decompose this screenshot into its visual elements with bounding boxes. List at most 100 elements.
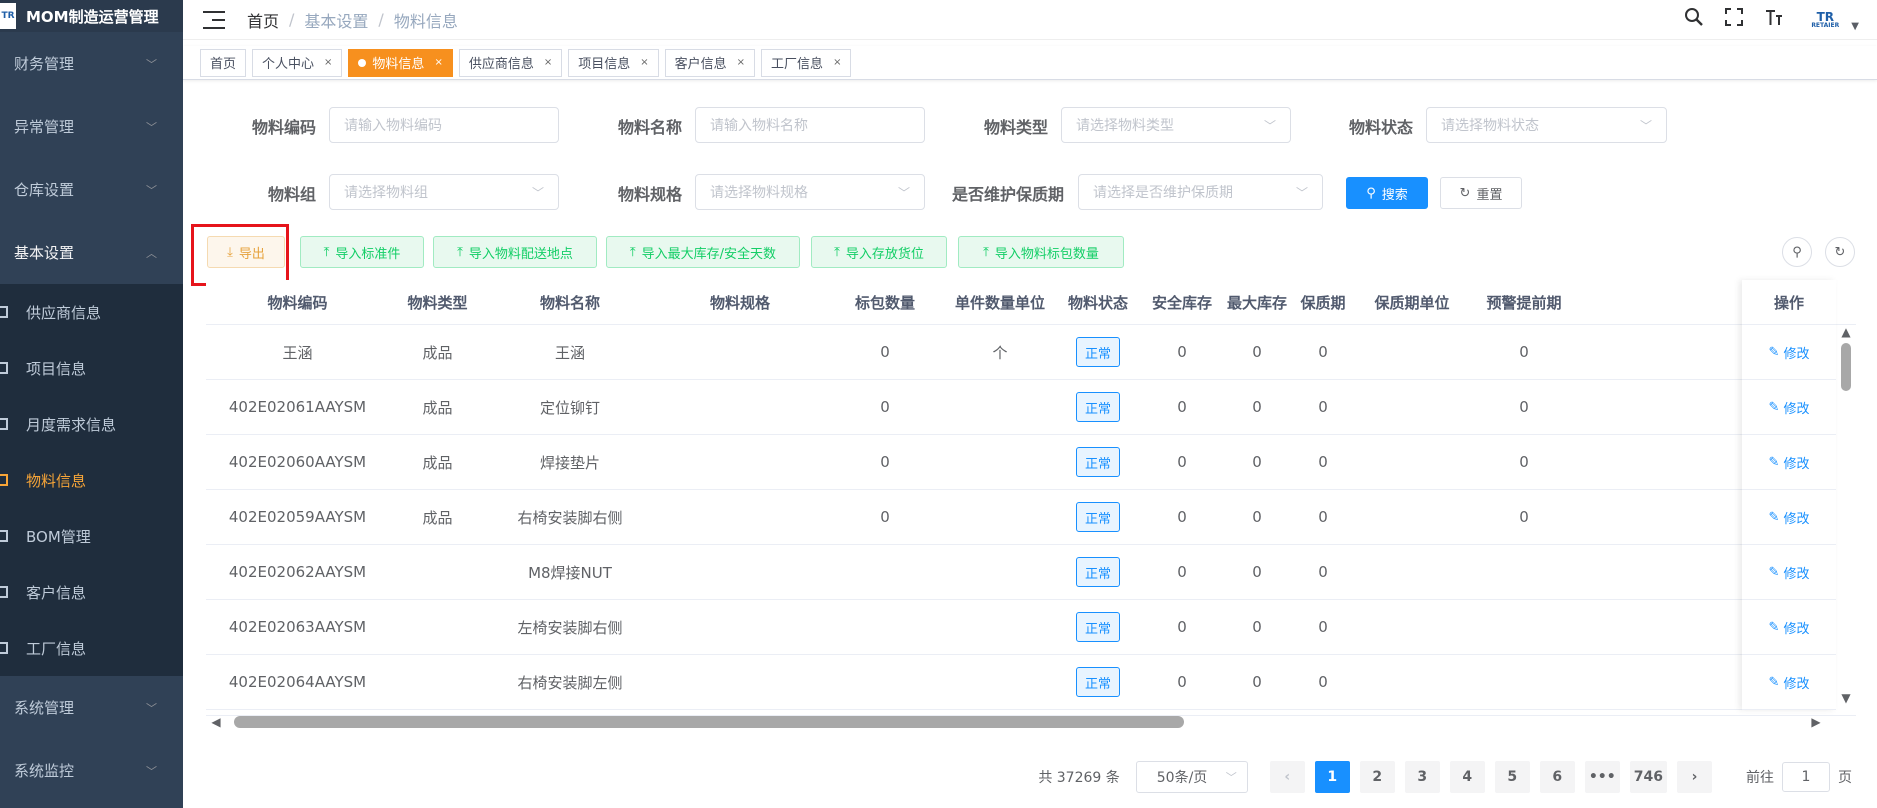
arrow-down-icon[interactable]: ▼ xyxy=(1836,691,1856,705)
sidebar-item[interactable]: BOM管理 xyxy=(0,508,183,564)
table-row[interactable]: 402E02060AAYSM 成品 焊接垫片 0 正常 0 0 0 0 xyxy=(206,435,1836,490)
import-std-button[interactable]: ⤒ 导入标准件 xyxy=(300,236,424,268)
table-row[interactable]: 402E02059AAYSM 成品 右椅安装脚右侧 0 正常 0 0 0 0 xyxy=(206,490,1836,545)
tag-item[interactable]: 客户信息 × xyxy=(664,48,756,77)
edit-button[interactable]: ✎ 修改 xyxy=(1769,618,1810,637)
import-max-stock-button[interactable]: ⤒ 导入最大库存/安全天数 xyxy=(606,236,800,268)
column-header[interactable]: 标包数量 xyxy=(826,280,944,324)
page-button[interactable]: 3 xyxy=(1404,761,1440,793)
fullscreen-icon[interactable] xyxy=(1723,7,1745,32)
menu-group-basic-settings[interactable]: 基本设置 ︿ xyxy=(0,221,183,284)
import-location-button[interactable]: ⤒ 导入存放货位 xyxy=(811,236,947,268)
material-spec-select[interactable]: 请选择物料规格 ﹀ xyxy=(695,174,925,210)
material-type-select[interactable]: 请选择物料类型 ﹀ xyxy=(1061,107,1291,143)
table-row[interactable]: 王涵 成品 王涵 0 个 正常 0 0 0 0 xyxy=(206,325,1836,380)
page-size-select[interactable]: 50条/页 ﹀ xyxy=(1135,761,1248,793)
search-toggle-icon[interactable]: ⚲ xyxy=(1782,237,1812,267)
menu-group[interactable]: 仓库设置 ﹀ xyxy=(0,158,183,221)
refresh-icon[interactable]: ↻ xyxy=(1825,237,1855,267)
breadcrumb-parent[interactable]: 基本设置 xyxy=(304,8,368,32)
column-header[interactable]: 单件数量单位 xyxy=(944,280,1056,324)
tag-item[interactable]: 工厂信息 × xyxy=(761,48,852,77)
close-icon[interactable]: × xyxy=(640,57,648,68)
menu-group[interactable]: 财务管理 ﹀ xyxy=(0,32,183,95)
font-size-icon[interactable] xyxy=(1763,7,1785,32)
edit-button[interactable]: ✎ 修改 xyxy=(1769,508,1810,527)
column-header[interactable]: 安全库存 xyxy=(1140,280,1224,324)
column-header[interactable]: 物料规格 xyxy=(654,280,826,324)
close-icon[interactable]: × xyxy=(544,57,552,68)
chevron-down-icon: ﹀ xyxy=(146,183,157,197)
sidebar-item[interactable]: 工厂信息 xyxy=(0,620,183,676)
horizontal-scrollbar[interactable]: ◀ ▶ xyxy=(206,713,1826,731)
edit-button[interactable]: ✎ 修改 xyxy=(1769,343,1810,362)
breadcrumb-home[interactable]: 首页 xyxy=(247,8,279,32)
scroll-thumb[interactable] xyxy=(1841,343,1851,391)
table-row[interactable]: 402E02061AAYSM 成品 定位铆钉 0 正常 0 0 0 0 xyxy=(206,380,1836,435)
pagination: 共 37269 条 50条/页 ﹀ ‹ 1 2 3 4 5 6 ••• 746 › 前往 1 … xyxy=(1038,761,1852,793)
page-button[interactable]: ••• xyxy=(1584,761,1620,793)
close-icon[interactable]: × xyxy=(737,57,745,68)
edit-button[interactable]: ✎ 修改 xyxy=(1769,398,1810,417)
scroll-thumb[interactable] xyxy=(234,716,1184,728)
edit-button[interactable]: ✎ 修改 xyxy=(1769,453,1810,472)
material-code-input[interactable]: 请输入物料编码 xyxy=(329,107,559,143)
column-header[interactable]: 保质期 xyxy=(1290,280,1356,324)
caret-down-icon[interactable]: ▼ xyxy=(1851,21,1859,32)
vertical-scrollbar[interactable]: ▲ ▼ xyxy=(1836,325,1856,710)
close-icon[interactable]: × xyxy=(833,57,841,68)
tag-item[interactable]: 项目信息 × xyxy=(568,48,659,77)
edit-button[interactable]: ✎ 修改 xyxy=(1769,673,1810,692)
menu-group[interactable]: 系统管理 ﹀ xyxy=(0,676,183,739)
reset-button[interactable]: ↻ 重置 xyxy=(1440,177,1522,209)
menu-group[interactable]: 异常管理 ﹀ xyxy=(0,95,183,158)
brand[interactable]: TR MOM制造运营管理 xyxy=(0,0,183,32)
column-header[interactable]: 物料类型 xyxy=(389,280,486,324)
arrow-right-icon[interactable]: ▶ xyxy=(1806,715,1826,729)
page-button[interactable]: 746 xyxy=(1629,761,1667,793)
material-status-select[interactable]: 请选择物料状态 ﹀ xyxy=(1426,107,1667,143)
tag-item[interactable]: 个人中心 × xyxy=(252,48,343,77)
sidebar-item[interactable]: 客户信息 xyxy=(0,564,183,620)
sidebar-item[interactable]: 项目信息 xyxy=(0,340,183,396)
arrow-left-icon[interactable]: ◀ xyxy=(206,715,226,729)
material-name-input[interactable]: 请输入物料名称 xyxy=(695,107,925,143)
search-icon[interactable] xyxy=(1683,7,1705,32)
sidebar-item[interactable]: 月度需求信息 xyxy=(0,396,183,452)
column-header[interactable]: 物料编码 xyxy=(206,280,389,324)
menu-group[interactable]: 系统监控 ﹀ xyxy=(0,739,183,802)
prev-page-button[interactable]: ‹ xyxy=(1269,761,1305,793)
import-pack-qty-button[interactable]: ⤒ 导入物料标包数量 xyxy=(958,236,1124,268)
goto-page-input[interactable]: 1 xyxy=(1782,762,1830,792)
avatar[interactable]: TR RETAIER xyxy=(1803,6,1847,34)
page-button[interactable]: 6 xyxy=(1539,761,1575,793)
column-header[interactable]: 最大库存 xyxy=(1224,280,1290,324)
next-page-button[interactable]: › xyxy=(1677,761,1712,793)
sidebar-item[interactable]: 供应商信息 xyxy=(0,284,183,340)
column-header[interactable]: 物料状态 xyxy=(1056,280,1140,324)
tag-item[interactable]: 物料信息 × xyxy=(348,48,453,77)
shelf-life-select[interactable]: 请选择是否维护保质期 ﹀ xyxy=(1078,174,1323,210)
tag-item[interactable]: 首页 xyxy=(200,48,247,77)
hamburger-icon[interactable] xyxy=(203,10,225,29)
tag-item[interactable]: 供应商信息 × xyxy=(458,48,563,77)
edit-button[interactable]: ✎ 修改 xyxy=(1769,563,1810,582)
table-row[interactable]: 402E02064AAYSM 右椅安装脚左侧 正常 0 0 0 xyxy=(206,655,1836,710)
close-icon[interactable]: × xyxy=(324,57,332,68)
arrow-up-icon[interactable]: ▲ xyxy=(1836,325,1856,339)
close-icon[interactable]: × xyxy=(434,57,442,68)
page-button[interactable]: 4 xyxy=(1449,761,1485,793)
sidebar-item[interactable]: 物料信息 xyxy=(0,452,183,508)
table-row[interactable]: 402E02063AAYSM 左椅安装脚右侧 正常 0 0 0 xyxy=(206,600,1836,655)
table-cell: 正常 xyxy=(1056,325,1140,379)
column-header[interactable]: 预警提前期 xyxy=(1468,280,1580,324)
page-button[interactable]: 2 xyxy=(1359,761,1395,793)
column-header[interactable]: 物料名称 xyxy=(486,280,654,324)
page-button[interactable]: 1 xyxy=(1314,761,1350,793)
column-header[interactable]: 保质期单位 xyxy=(1356,280,1468,324)
page-button[interactable]: 5 xyxy=(1494,761,1530,793)
material-group-select[interactable]: 请选择物料组 ﹀ xyxy=(329,174,559,210)
import-delivery-button[interactable]: ⤒ 导入物料配送地点 xyxy=(433,236,597,268)
search-button[interactable]: ⚲ 搜索 xyxy=(1346,177,1428,209)
table-row[interactable]: 402E02062AAYSM M8焊接NUT 正常 0 0 0 xyxy=(206,545,1836,600)
